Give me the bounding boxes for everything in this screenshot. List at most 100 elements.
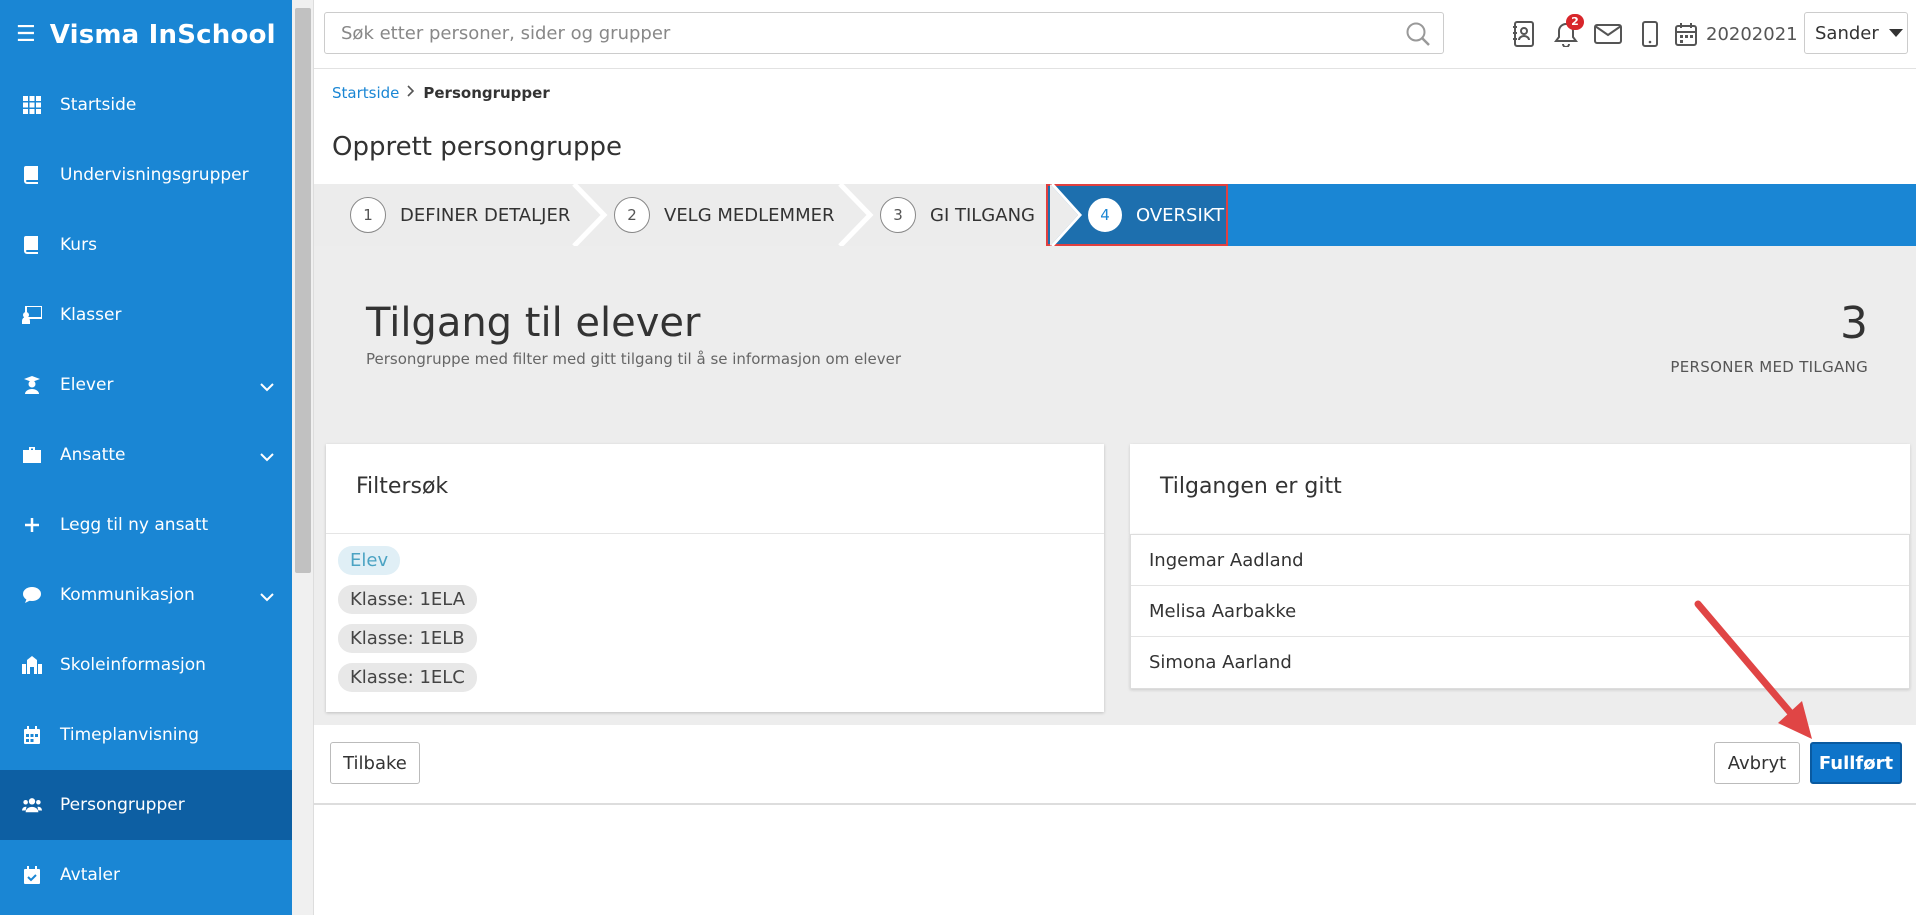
sidebar-item-legg-til-ny-ansatt[interactable]: Legg til ny ansatt bbox=[0, 490, 292, 560]
step-velg-medlemmer[interactable]: 2 VELG MEDLEMMER bbox=[614, 184, 835, 246]
search-input[interactable] bbox=[325, 13, 1385, 53]
sidebar-item-klasser[interactable]: Klasser bbox=[0, 280, 292, 350]
sidebar-item-label: Skoleinformasjon bbox=[60, 655, 206, 675]
app-title[interactable]: Visma InSchool bbox=[50, 20, 276, 50]
sidebar-item-undervisningsgrupper[interactable]: Undervisningsgrupper bbox=[0, 140, 292, 210]
chevron-down-icon[interactable] bbox=[260, 377, 274, 396]
sidebar-item-label: Persongrupper bbox=[60, 795, 185, 815]
filter-tags: Elev Klasse: 1ELA Klasse: 1ELB Klasse: 1… bbox=[326, 534, 1104, 702]
step-number: 2 bbox=[614, 197, 650, 233]
search-box bbox=[324, 12, 1444, 54]
list-item: Ingemar Aadland bbox=[1131, 535, 1909, 586]
sidebar-scrollbar[interactable] bbox=[292, 0, 314, 915]
sidebar-item-persongrupper[interactable]: Persongrupper bbox=[0, 770, 292, 840]
sidebar-item-label: Avtaler bbox=[60, 865, 120, 885]
sidebar-item-label: Kurs bbox=[60, 235, 97, 255]
sidebar-item-elever[interactable]: Elever bbox=[0, 350, 292, 420]
summary-heading: Tilgang til elever bbox=[366, 300, 701, 346]
chevron-down-icon[interactable] bbox=[260, 447, 274, 466]
filter-tag: Klasse: 1ELB bbox=[338, 624, 477, 653]
step-definer-detaljer[interactable]: 1 DEFINER DETALJER bbox=[350, 184, 570, 246]
sidebar-item-label: Startside bbox=[60, 95, 137, 115]
plus-icon bbox=[22, 515, 42, 535]
sidebar-item-skoleinformasjon[interactable]: Skoleinformasjon bbox=[0, 630, 292, 700]
caret-down-icon bbox=[1888, 29, 1903, 37]
top-bar: 2 20202021 Sander bbox=[314, 0, 1916, 69]
access-panel-title: Tilgangen er gitt bbox=[1160, 474, 1342, 499]
search-icon[interactable] bbox=[1405, 21, 1431, 51]
calendar-check-icon bbox=[22, 865, 42, 885]
back-button[interactable]: Tilbake bbox=[330, 742, 420, 784]
sidebar-item-label: Elever bbox=[60, 375, 114, 395]
sidebar-item-kommunikasjon[interactable]: Kommunikasjon bbox=[0, 560, 292, 630]
sidebar-item-label: Klasser bbox=[60, 305, 122, 325]
grid-icon bbox=[22, 95, 42, 115]
school-year[interactable]: 20202021 bbox=[1706, 24, 1798, 45]
step-label: OVERSIKT bbox=[1136, 204, 1225, 226]
complete-button[interactable]: Fullført bbox=[1810, 742, 1902, 784]
filter-tag: Elev bbox=[338, 546, 401, 575]
brand: ☰ Visma InSchool bbox=[0, 0, 292, 70]
sidebar-item-label: Ansatte bbox=[60, 445, 126, 465]
calendar-icon[interactable] bbox=[1672, 14, 1700, 54]
teacher-board-icon bbox=[22, 305, 42, 325]
sidebar-item-ansatte[interactable]: Ansatte bbox=[0, 420, 292, 490]
mail-icon[interactable] bbox=[1588, 14, 1628, 54]
filter-panel-title: Filtersøk bbox=[356, 474, 449, 499]
book-icon bbox=[22, 235, 42, 255]
mobile-phone-icon[interactable] bbox=[1630, 14, 1670, 54]
step-number: 3 bbox=[880, 197, 916, 233]
step-separator-chevron bbox=[572, 184, 608, 246]
user-menu-button[interactable]: Sander bbox=[1804, 12, 1908, 54]
breadcrumb-current: Persongrupper bbox=[423, 84, 550, 102]
chevron-down-icon[interactable] bbox=[260, 587, 274, 606]
student-icon bbox=[22, 375, 42, 395]
cancel-button[interactable]: Avbryt bbox=[1714, 742, 1800, 784]
user-name: Sander bbox=[1815, 22, 1879, 44]
breadcrumb: Startside Persongrupper bbox=[332, 84, 550, 102]
chevron-right-icon bbox=[407, 85, 415, 101]
book-icon bbox=[22, 165, 42, 185]
step-separator-chevron bbox=[838, 184, 874, 246]
sidebar-item-startside[interactable]: Startside bbox=[0, 70, 292, 140]
step-label: VELG MEDLEMMER bbox=[664, 204, 835, 226]
sidebar-item-label: Timeplanvisning bbox=[60, 725, 200, 745]
access-panel-header: Tilgangen er gitt bbox=[1130, 444, 1910, 534]
wizard-footer: Tilbake Avbryt Fullført bbox=[314, 725, 1916, 805]
wizard-stepper: 1 DEFINER DETALJER 2 VELG MEDLEMMER 3 GI… bbox=[314, 184, 1916, 246]
users-group-icon bbox=[22, 795, 42, 815]
hamburger-menu-icon[interactable]: ☰ bbox=[16, 24, 36, 46]
page-title: Opprett persongruppe bbox=[332, 132, 623, 162]
sidebar-item-label: Undervisningsgrupper bbox=[60, 165, 249, 185]
sidebar-item-label: Legg til ny ansatt bbox=[60, 515, 209, 535]
access-count-label: PERSONER MED TILGANG bbox=[1670, 358, 1868, 376]
access-count: 3 bbox=[1840, 298, 1868, 349]
notification-bell-icon[interactable]: 2 bbox=[1546, 14, 1586, 54]
step-label: DEFINER DETALJER bbox=[400, 204, 571, 226]
filter-panel-header: Filtersøk bbox=[326, 444, 1104, 534]
step-gi-tilgang[interactable]: 3 GI TILGANG bbox=[880, 184, 1035, 246]
sidebar-item-timeplanvisning[interactable]: Timeplanvisning bbox=[0, 700, 292, 770]
sidebar-item-avtaler[interactable]: Avtaler bbox=[0, 840, 292, 910]
scrollbar-thumb[interactable] bbox=[295, 8, 311, 573]
breadcrumb-home-link[interactable]: Startside bbox=[332, 84, 399, 102]
contacts-book-icon[interactable] bbox=[1504, 14, 1544, 54]
step-separator-chevron bbox=[1050, 184, 1083, 246]
notification-badge: 2 bbox=[1566, 14, 1584, 30]
top-icons: 2 20202021 bbox=[1504, 14, 1798, 54]
filter-tag: Klasse: 1ELA bbox=[338, 585, 478, 614]
step-number: 1 bbox=[350, 197, 386, 233]
step-oversikt[interactable]: 4 OVERSIKT bbox=[1046, 184, 1228, 246]
summary-section: Tilgang til elever Persongruppe med filt… bbox=[314, 246, 1916, 430]
annotation-arrow-icon bbox=[1694, 600, 1812, 739]
step-number: 4 bbox=[1088, 198, 1122, 232]
summary-description: Persongruppe med filter med gitt tilgang… bbox=[366, 350, 901, 368]
sidebar-item-kurs[interactable]: Kurs bbox=[0, 210, 292, 280]
chat-bubble-icon bbox=[22, 585, 42, 605]
filter-panel: Filtersøk Elev Klasse: 1ELA Klasse: 1ELB… bbox=[326, 444, 1104, 712]
sidebar-item-label: Kommunikasjon bbox=[60, 585, 195, 605]
filter-tag: Klasse: 1ELC bbox=[338, 663, 477, 692]
sidebar: ☰ Visma InSchool Startside Undervisnings… bbox=[0, 0, 292, 915]
step-label: GI TILGANG bbox=[930, 204, 1035, 226]
briefcase-icon bbox=[22, 445, 42, 465]
